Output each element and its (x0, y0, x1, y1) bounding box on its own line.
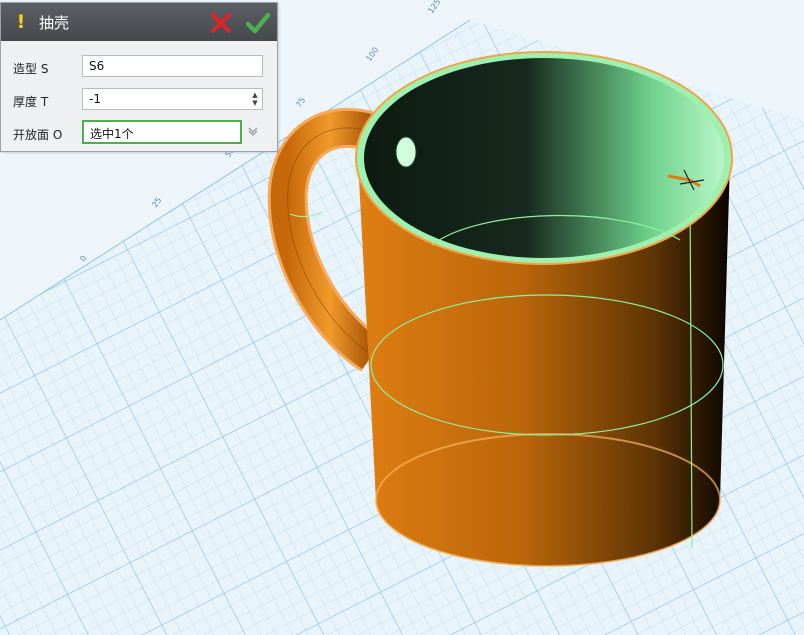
chevron-down-icon[interactable] (247, 125, 259, 137)
thickness-field[interactable]: -1 ▲ ▼ (82, 88, 263, 110)
thickness-value: -1 (89, 92, 101, 106)
open-face-field[interactable]: 选中1个 (82, 120, 242, 144)
warning-icon: ! (16, 11, 26, 33)
handle-hole (395, 136, 417, 168)
shape-row: 造型 S S6 (1, 55, 277, 81)
spinner-icon[interactable]: ▲ ▼ (250, 91, 260, 107)
thickness-label: 厚度 T (13, 95, 49, 109)
open-face-label: 开放面 O (13, 128, 63, 142)
shape-label: 造型 S (13, 62, 49, 76)
mug-opening (355, 51, 733, 265)
shape-field[interactable]: S6 (82, 55, 263, 77)
close-icon[interactable] (209, 12, 233, 34)
thickness-row: 厚度 T -1 ▲ ▼ (1, 88, 277, 114)
check-icon[interactable] (245, 11, 271, 35)
panel-title: 抽壳 (39, 13, 70, 32)
shell-command-panel: ! 抽壳 造型 S S6 厚度 T -1 ▲ ▼ 开放面 O 选中1个 (0, 2, 278, 152)
open-face-row: 开放面 O 选中1个 (1, 120, 277, 147)
panel-titlebar: ! 抽壳 (1, 3, 277, 41)
